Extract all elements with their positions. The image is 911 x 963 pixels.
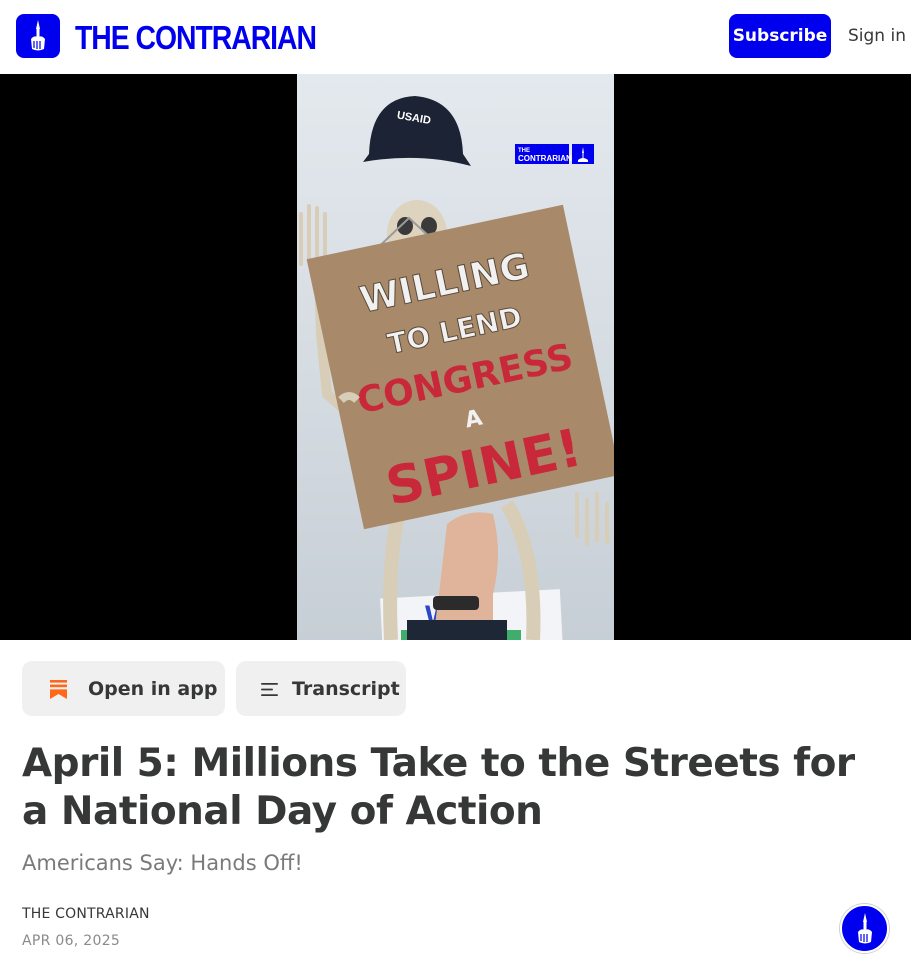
- transcript-button[interactable]: Transcript: [236, 661, 406, 716]
- open-in-app-button[interactable]: Open in app: [22, 661, 225, 716]
- post-author[interactable]: THE CONTRARIAN: [22, 906, 150, 922]
- author-avatar[interactable]: [840, 904, 889, 953]
- watermark-line-2: CONTRARIAN: [518, 154, 572, 163]
- post-title: April 5: Millions Take to the Streets fo…: [22, 741, 855, 834]
- video-frame[interactable]: WE USAID: [297, 74, 614, 640]
- contrarian-logo-icon[interactable]: [16, 14, 60, 58]
- site-header: THE CONTRARIAN Subscribe Sign in: [0, 0, 911, 74]
- site-wordmark[interactable]: THE CONTRARIAN: [75, 18, 317, 58]
- transcript-label: Transcript: [292, 677, 400, 700]
- contrarian-avatar-icon: [857, 912, 872, 943]
- post-subtitle: Americans Say: Hands Off!: [22, 851, 303, 875]
- subscribe-button[interactable]: Subscribe: [729, 14, 831, 58]
- substack-app-icon: [49, 679, 67, 699]
- video-still-image: WE USAID: [297, 74, 614, 640]
- video-player[interactable]: WE USAID: [0, 74, 911, 640]
- transcript-lines-icon: [260, 681, 278, 697]
- open-in-app-label: Open in app: [88, 677, 218, 700]
- post-date: APR 06, 2025: [22, 933, 121, 949]
- sign-in-link[interactable]: Sign in: [848, 14, 906, 58]
